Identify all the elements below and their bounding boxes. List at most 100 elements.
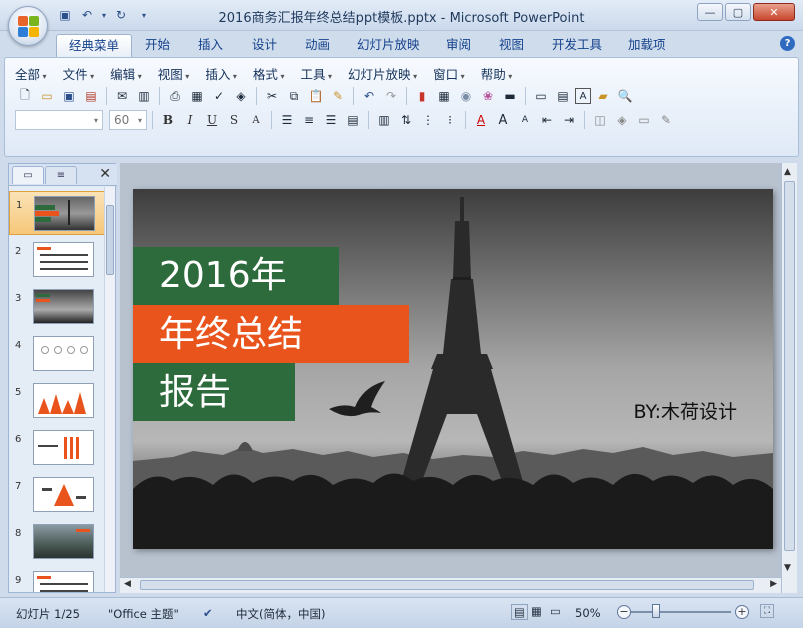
underline-button[interactable]: U	[202, 110, 222, 130]
slide-thumbnail-6[interactable]: 6	[9, 426, 105, 470]
slide-thumbnail-3[interactable]: 3	[9, 285, 105, 329]
new-slide-icon[interactable]: ▭	[531, 86, 551, 106]
permission-icon[interactable]: ▤	[81, 86, 101, 106]
zoom-slider[interactable]	[631, 611, 731, 613]
tab-design[interactable]: 设计	[240, 34, 289, 57]
open-folder-icon[interactable]: ▭	[37, 86, 57, 106]
new-document-icon[interactable]: 🗋	[15, 86, 35, 106]
slides-panel-scrollbar[interactable]	[104, 187, 115, 592]
current-slide[interactable]: 2016年 年终总结 报告 BY:木荷设计	[133, 189, 773, 549]
zoom-level[interactable]: 50%	[575, 606, 601, 620]
bullets-icon[interactable]: ⁝	[440, 110, 460, 130]
menu-slideshow[interactable]: 幻灯片放映	[348, 64, 417, 82]
spell-check-icon[interactable]: ✔	[203, 606, 213, 620]
vertical-scrollbar[interactable]: ▲ ▼	[781, 163, 797, 593]
decrease-indent-icon[interactable]: ⇤	[537, 110, 557, 130]
undo-icon[interactable]: ↶	[359, 86, 379, 106]
slide-thumbnail-9[interactable]: 9	[9, 567, 105, 592]
slideshow-view-icon[interactable]: ▭	[550, 604, 561, 618]
slide-thumbnail-8[interactable]: 8	[9, 520, 105, 564]
slide-thumbnail-1[interactable]: 1	[9, 191, 105, 235]
grow-font-icon[interactable]: A	[493, 110, 513, 130]
chart-icon[interactable]: ▮	[412, 86, 432, 106]
line-style-icon[interactable]: ▬	[500, 86, 520, 106]
copy-icon[interactable]: ⧉	[284, 86, 304, 106]
normal-view-icon[interactable]: ▤	[511, 604, 528, 620]
tab-animations[interactable]: 动画	[293, 34, 342, 57]
close-button[interactable]: ✕	[753, 3, 795, 21]
tab-slides-thumbnails[interactable]: ▭	[12, 166, 44, 184]
increase-indent-icon[interactable]: ⇥	[559, 110, 579, 130]
clip-art-icon[interactable]: ❀	[478, 86, 498, 106]
tab-developer[interactable]: 开发工具	[540, 34, 614, 57]
shape-styles-icon[interactable]: ◈	[612, 110, 632, 130]
align-right-icon[interactable]: ☰	[321, 110, 341, 130]
folder-icon[interactable]: ▰	[593, 86, 613, 106]
zoom-slider-handle[interactable]	[652, 604, 660, 618]
table-icon[interactable]: ▦	[434, 86, 454, 106]
bold-button[interactable]: B	[158, 110, 178, 130]
italic-button[interactable]: I	[180, 110, 200, 130]
cut-icon[interactable]: ✂	[262, 86, 282, 106]
slide-thumbnail-7[interactable]: 7	[9, 473, 105, 517]
publish-icon[interactable]: ▥	[134, 86, 154, 106]
insert-picture-icon[interactable]: ◉	[456, 86, 476, 106]
slide-thumbnail-4[interactable]: 4	[9, 332, 105, 376]
tab-review[interactable]: 审阅	[434, 34, 483, 57]
slide-title-line-1[interactable]: 2016年	[159, 258, 287, 294]
print-icon[interactable]: ⎙	[165, 86, 185, 106]
menu-view[interactable]: 视图	[158, 64, 190, 82]
shape-fill-icon[interactable]: ▭	[634, 110, 654, 130]
email-icon[interactable]: ✉	[112, 86, 132, 106]
maximize-button[interactable]: ▢	[725, 3, 751, 21]
tab-insert[interactable]: 插入	[186, 34, 235, 57]
menu-format[interactable]: 格式	[253, 64, 285, 82]
menu-all[interactable]: 全部	[15, 64, 47, 82]
tab-slideshow[interactable]: 幻灯片放映	[345, 34, 432, 57]
layout-icon[interactable]: ▤	[553, 86, 573, 106]
tab-addins[interactable]: 加载项	[616, 34, 678, 57]
close-panel-icon[interactable]: ✕	[99, 166, 111, 182]
menu-insert[interactable]: 插入	[205, 64, 237, 82]
menu-tools[interactable]: 工具	[300, 64, 332, 82]
minimize-button[interactable]: —	[697, 3, 723, 21]
slide-title-line-2[interactable]: 年终总结	[159, 317, 303, 353]
slide-sorter-icon[interactable]: ▦	[531, 604, 542, 618]
shadow-button[interactable]: S	[224, 110, 244, 130]
save-icon[interactable]: ▣	[59, 86, 79, 106]
theme-name[interactable]: "Office 主题"	[108, 606, 179, 622]
slide-title-line-3[interactable]: 报告	[159, 375, 231, 411]
redo-icon[interactable]: ↷	[381, 86, 401, 106]
help-icon[interactable]: ?	[780, 36, 795, 51]
tab-outline[interactable]: ≡	[45, 166, 77, 184]
text-direction-icon[interactable]: ⇅	[396, 110, 416, 130]
tab-classic-menu[interactable]: 经典菜单	[56, 34, 133, 57]
textbox-icon[interactable]: A	[575, 88, 591, 104]
slide-thumbnail-5[interactable]: 5	[9, 379, 105, 423]
shape-outline-icon[interactable]: ✎	[656, 110, 676, 130]
paste-icon[interactable]: 📋	[306, 86, 326, 106]
print-preview-icon[interactable]: ▦	[187, 86, 207, 106]
columns-icon[interactable]: ▥	[374, 110, 394, 130]
shrink-font-icon[interactable]: A	[515, 110, 535, 130]
character-spacing-button[interactable]: A	[246, 110, 266, 130]
slide-thumbnail-2[interactable]: 2	[9, 238, 105, 282]
font-name-combo[interactable]: ▾	[15, 110, 103, 130]
slide-byline[interactable]: BY:木荷设计	[634, 397, 737, 424]
menu-file[interactable]: 文件	[63, 64, 95, 82]
numbering-icon[interactable]: ⋮	[418, 110, 438, 130]
zoom-out-button[interactable]: −	[617, 605, 631, 619]
zoom-search-icon[interactable]: 🔍	[615, 86, 635, 106]
align-center-icon[interactable]: ≡	[299, 110, 319, 130]
menu-help[interactable]: 帮助	[481, 64, 513, 82]
justify-icon[interactable]: ▤	[343, 110, 363, 130]
research-icon[interactable]: ◈	[231, 86, 251, 106]
fit-to-window-icon[interactable]: ⛶	[760, 604, 774, 618]
arrange-icon[interactable]: ◫	[590, 110, 610, 130]
menu-edit[interactable]: 编辑	[110, 64, 142, 82]
menu-window[interactable]: 窗口	[433, 64, 465, 82]
align-left-icon[interactable]: ☰	[277, 110, 297, 130]
tab-home[interactable]: 开始	[133, 34, 182, 57]
language-indicator[interactable]: 中文(简体，中国)	[236, 606, 325, 622]
horizontal-scrollbar[interactable]: ◀ ▶	[120, 577, 781, 593]
